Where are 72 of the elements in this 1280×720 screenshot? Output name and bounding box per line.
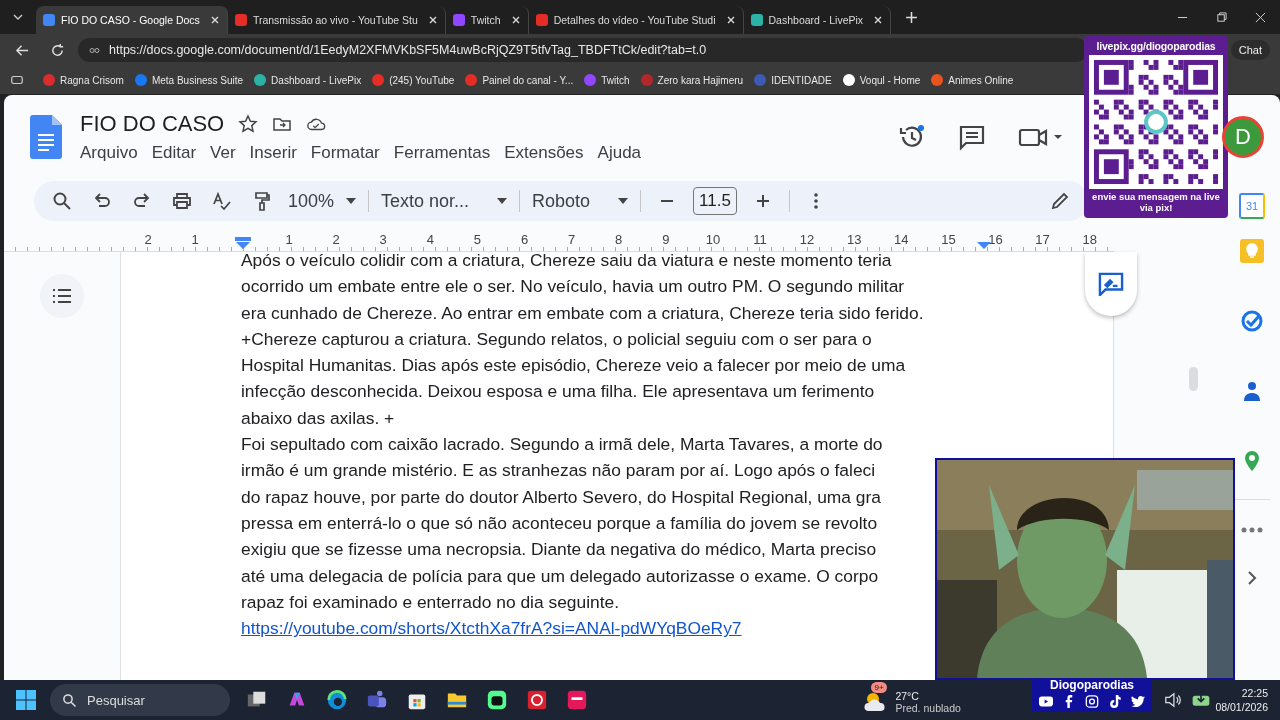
menu-item[interactable]: Inserir xyxy=(249,143,297,163)
search-field[interactable]: Pesquisar xyxy=(50,684,230,716)
text-line: Após o veículo colidir com a criatura, Chereze saiu da viatura e neste momento teria xyxy=(241,249,892,272)
clock-date[interactable]: 08/01/2026 xyxy=(1215,700,1268,714)
weather-text: Pred. nublado xyxy=(895,702,961,714)
ruler-number: 8 xyxy=(615,232,623,247)
menu-item[interactable]: Ajuda xyxy=(597,143,642,163)
ruler-number: 12 xyxy=(799,232,815,247)
text-line: ocorrido um embate entre ele o ser. No veículo, havia um outro PM. O segundo militar xyxy=(241,275,905,299)
menu-item[interactable]: Ferramentas xyxy=(393,143,491,163)
ruler-number: 5 xyxy=(473,232,481,247)
bookmark[interactable]: Animes Online xyxy=(931,74,1014,86)
ruler-number: 10 xyxy=(705,232,721,247)
ruler-number: 4 xyxy=(426,232,434,247)
qr-caption: envie sua mensagem na live via pix! xyxy=(1091,191,1221,213)
text-line: irmão é um grande mistério. E as stranhezas não param por aí. Logo após o faleci xyxy=(241,459,876,483)
notification-badge: 9+ xyxy=(871,682,887,693)
ruler-number: 13 xyxy=(846,232,862,247)
text-line: exigiu que se fizesse uma necropsia. Diante da negativa do médico, Marta preciso xyxy=(241,538,877,562)
ruler-number: 14 xyxy=(894,232,909,247)
bookmark[interactable]: Twitch xyxy=(584,74,630,86)
bookmark[interactable]: Meta Business Suite xyxy=(134,74,244,86)
ruler-number: 2 xyxy=(332,232,340,247)
menu-item[interactable]: Formatar xyxy=(310,143,380,163)
text-line: do rapaz houve, por parte do doutor Alberto Severo, do Hospital Regional, uma gra xyxy=(241,485,881,509)
temperature: 27°C xyxy=(895,690,920,702)
ruler-number: 2 xyxy=(144,232,152,247)
text-line: +Chereze capturou a criatura. Segundo relatos, o policial seguiu com o ser para o xyxy=(241,327,872,351)
ruler-number: 15 xyxy=(941,232,956,247)
style-dropdown[interactable]: Texto nor... xyxy=(381,190,508,212)
menu-item[interactable]: Arquivo xyxy=(80,143,138,163)
ruler-number: 17 xyxy=(1035,232,1050,247)
channel-name: Diogoparodias xyxy=(1050,678,1134,692)
avatar[interactable]: D xyxy=(1222,116,1264,158)
bookmark[interactable]: IDENTIDADE xyxy=(754,74,832,86)
text-line: abaixo das axilas. + xyxy=(241,406,395,430)
link[interactable]: https://youtube.com/shorts/XtcthXa7frA?si=ANAl-pdWYqBOeRy7 xyxy=(241,615,742,642)
text-line: Hospital Humanitas. Dias após este episódio, Chereze veio a falecer por meio de uma xyxy=(241,354,906,378)
ruler-number: 11 xyxy=(753,232,767,247)
zoom-dropdown[interactable]: 100% xyxy=(288,190,357,212)
ruler-number: 9 xyxy=(662,232,670,247)
menu-item[interactable]: Extensões xyxy=(504,143,584,163)
calendar-icon[interactable]: 31 xyxy=(1239,193,1265,219)
bookmark[interactable]: Painel do canal - Y... xyxy=(465,74,574,86)
clock-time[interactable]: 22:25 xyxy=(1241,686,1268,700)
ruler-number: 6 xyxy=(520,232,529,247)
ruler-number: 1 xyxy=(285,232,293,247)
text-line: até uma delegacia de polícia para que um delegado autorizasse o exame. O corpo xyxy=(241,564,879,588)
text-line: Foi sepultado com caixão lacrado. Segundo a irmã dele, Marta Tavares, a morte do xyxy=(241,433,883,457)
font-size-field[interactable]: 11.5 xyxy=(693,187,737,215)
bookmark[interactable]: Zero kara Hajimeru xyxy=(640,74,744,86)
ruler-number: 18 xyxy=(1082,232,1097,247)
menu-item[interactable]: Ver xyxy=(210,143,236,163)
bookmark[interactable]: Dashboard - LivePix xyxy=(254,74,362,86)
menu-item[interactable]: Editar xyxy=(151,143,197,163)
text-line: rapaz foi examinado e enterrado no dia seguinte. xyxy=(241,590,620,614)
text-line: infecção desconhecida. Deixou esposa e uma filha. Ele apresentava um ferimento xyxy=(241,380,875,404)
bookmark[interactable]: Voqul - Home xyxy=(842,74,921,86)
text-line: pressa em enterrá-lo o que só não aconteceu porque a família do jovem se revolto xyxy=(241,511,878,535)
chat-button[interactable]: Chat xyxy=(1230,40,1270,60)
ruler-number: 16 xyxy=(988,232,1003,247)
weather-widget[interactable]: 9+ 27°C Pred. nublado xyxy=(863,682,964,718)
browser-tab[interactable]: FIO DO CASO - Google Docs xyxy=(36,6,228,34)
bookmark[interactable]: Ragna Crisom xyxy=(43,74,124,86)
text-line: era cunhado de Chereze. Ao entrar em embate com a criatura, Chereze teria sido ferido. xyxy=(241,301,924,325)
ruler-number: 1 xyxy=(191,232,199,247)
ruler-number: 7 xyxy=(568,232,576,247)
document-title[interactable]: FIO DO CASO xyxy=(80,111,225,137)
font-dropdown[interactable]: Roboto xyxy=(532,190,629,212)
bookmark[interactable]: (245) YouTube xyxy=(372,74,455,86)
qr-url: livepix.gg/diogoparodias xyxy=(1096,40,1216,52)
ruler-number: 3 xyxy=(379,232,387,247)
